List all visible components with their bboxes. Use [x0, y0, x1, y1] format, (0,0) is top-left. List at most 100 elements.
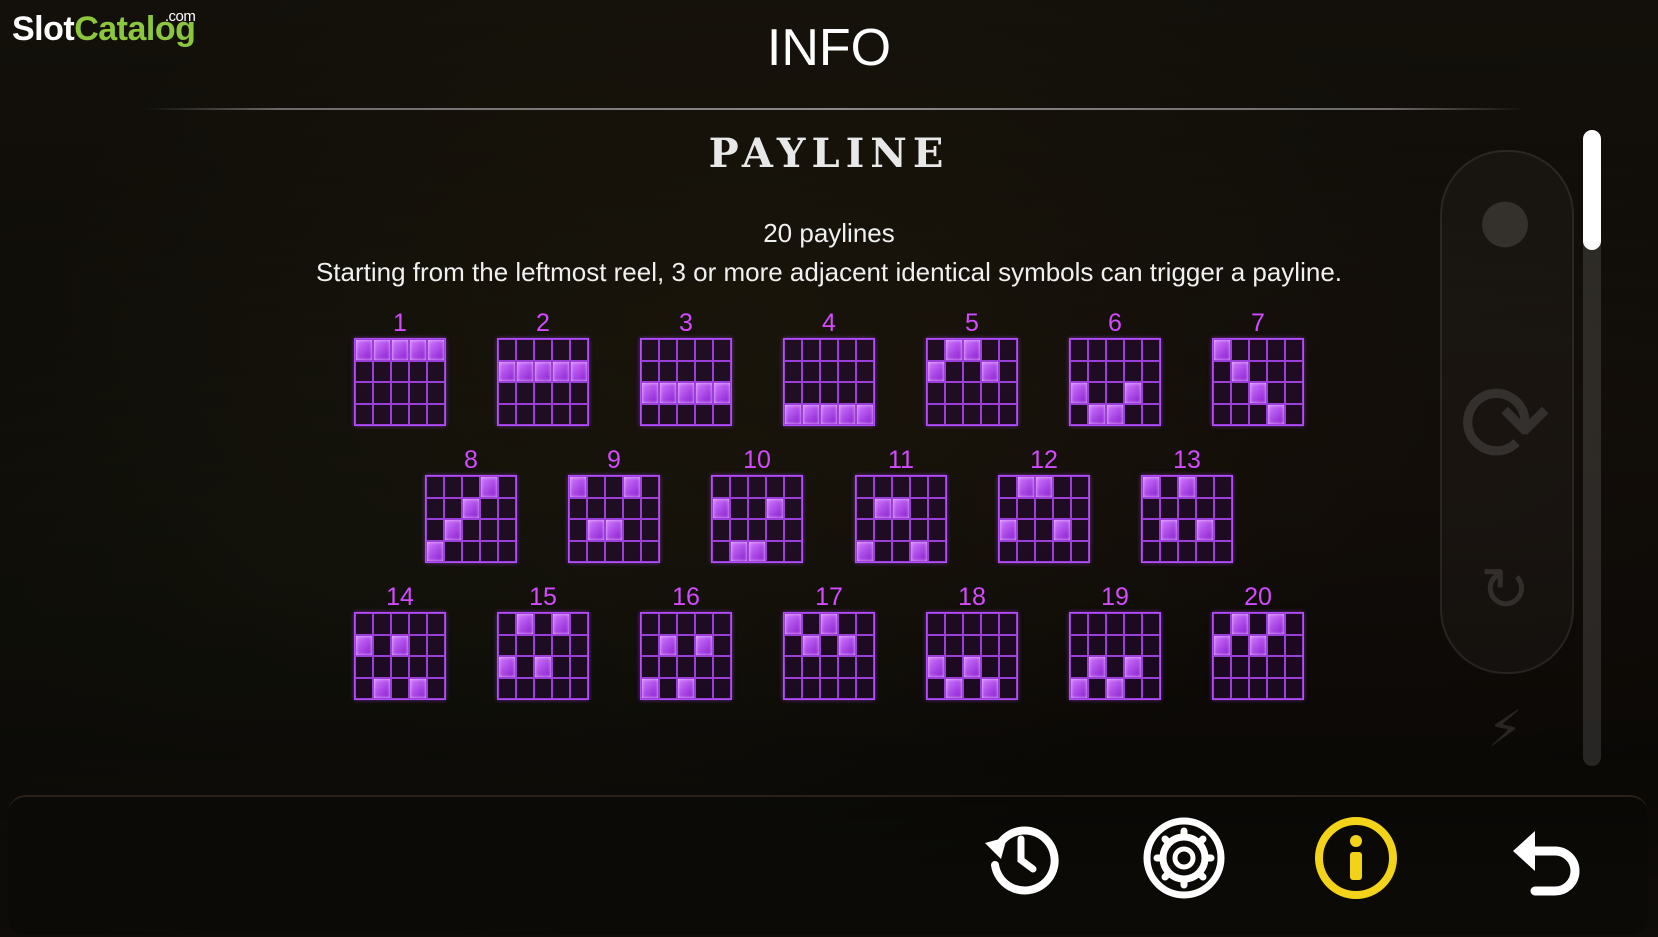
- payline-pattern: [926, 612, 1018, 700]
- payline-number: 4: [822, 309, 836, 337]
- payline-cell: [516, 382, 534, 404]
- payline-cell: [730, 497, 748, 519]
- payline-cell: [695, 339, 713, 361]
- payline-cell: [391, 677, 409, 699]
- payline-cell: [391, 656, 409, 678]
- payline-cell: [1070, 360, 1088, 382]
- payline-2: 2: [497, 308, 589, 426]
- payline-cell: [427, 634, 445, 656]
- payline-cell: [498, 497, 516, 519]
- payline-cell-active: [659, 382, 677, 404]
- payline-cell-active: [802, 403, 820, 425]
- payline-cell-active: [498, 360, 516, 382]
- payline-number: 6: [1108, 309, 1122, 337]
- payline-cell: [766, 519, 784, 541]
- payline-cell: [713, 613, 731, 635]
- payline-10: 10: [711, 445, 803, 563]
- payline-cell: [856, 360, 874, 382]
- payline-cell: [1142, 634, 1160, 656]
- payline-cell: [426, 519, 444, 541]
- payline-cell: [695, 613, 713, 635]
- payline-cell: [1213, 360, 1231, 382]
- payline-cell: [1035, 519, 1053, 541]
- payline-cell: [623, 540, 641, 562]
- payline-cell: [820, 656, 838, 678]
- payline-cell: [355, 656, 373, 678]
- payline-cell-active: [1213, 339, 1231, 361]
- payline-cell: [498, 519, 516, 541]
- payline-cell: [1160, 497, 1178, 519]
- payline-cell: [713, 634, 731, 656]
- payline-cell: [1213, 403, 1231, 425]
- payline-cell: [713, 403, 731, 425]
- payline-cell: [1035, 540, 1053, 562]
- payline-cell: [587, 540, 605, 562]
- return-arrow-icon: [1513, 831, 1580, 896]
- payline-cell: [462, 540, 480, 562]
- payline-cell: [695, 677, 713, 699]
- payline-cell-active: [1160, 519, 1178, 541]
- payline-cell: [1231, 656, 1249, 678]
- payline-cell-active: [641, 382, 659, 404]
- history-button[interactable]: [977, 815, 1063, 901]
- payline-cell-active: [1213, 634, 1231, 656]
- payline-cell: [999, 497, 1017, 519]
- payline-cell: [784, 634, 802, 656]
- payline-pattern: [640, 612, 732, 700]
- info-button[interactable]: [1313, 815, 1399, 901]
- payline-cell: [748, 519, 766, 541]
- payline-cell: [1142, 656, 1160, 678]
- payline-cell-active: [1142, 476, 1160, 498]
- payline-cell-active: [820, 403, 838, 425]
- payline-cell: [1124, 339, 1142, 361]
- payline-cell: [391, 360, 409, 382]
- payline-cell: [516, 339, 534, 361]
- payline-cell: [695, 360, 713, 382]
- payline-cell: [516, 677, 534, 699]
- payline-cell: [659, 677, 677, 699]
- payline-cell: [1213, 677, 1231, 699]
- payline-cell-active: [695, 634, 713, 656]
- payline-cell-active: [1249, 634, 1267, 656]
- payline-cell-active: [409, 339, 427, 361]
- payline-cell: [1285, 677, 1303, 699]
- payline-cell: [587, 476, 605, 498]
- payline-cell: [427, 403, 445, 425]
- scrollbar-thumb[interactable]: [1583, 130, 1601, 250]
- payline-cell: [570, 382, 588, 404]
- payline-cell: [838, 382, 856, 404]
- payline-cell: [480, 540, 498, 562]
- payline-cell-active: [892, 497, 910, 519]
- payline-cell: [1071, 519, 1089, 541]
- payline-cell: [534, 382, 552, 404]
- payline-cell: [928, 519, 946, 541]
- payline-cell: [498, 613, 516, 635]
- back-button[interactable]: [1505, 815, 1591, 901]
- payline-cell: [927, 382, 945, 404]
- payline-cell: [856, 634, 874, 656]
- payline-pattern: [1069, 338, 1161, 426]
- payline-cell: [355, 382, 373, 404]
- payline-9: 9: [568, 445, 660, 563]
- payline-cell: [552, 382, 570, 404]
- payline-cell: [730, 519, 748, 541]
- payline-cell: [748, 476, 766, 498]
- payline-cell-active: [838, 634, 856, 656]
- payline-cell: [570, 656, 588, 678]
- payline-cell: [927, 339, 945, 361]
- payline-cell-active: [838, 403, 856, 425]
- payline-cell: [498, 540, 516, 562]
- settings-button[interactable]: [1141, 815, 1227, 901]
- payline-cell: [695, 403, 713, 425]
- payline-cell: [1196, 540, 1214, 562]
- payline-cell: [605, 476, 623, 498]
- payline-cell: [1285, 339, 1303, 361]
- payline-cell: [892, 476, 910, 498]
- payline-14: 14: [354, 582, 446, 700]
- payline-cell-active: [677, 382, 695, 404]
- payline-cell: [480, 519, 498, 541]
- payline-cell: [856, 613, 874, 635]
- payline-cell: [963, 382, 981, 404]
- payline-cell-active: [462, 497, 480, 519]
- payline-cell: [641, 519, 659, 541]
